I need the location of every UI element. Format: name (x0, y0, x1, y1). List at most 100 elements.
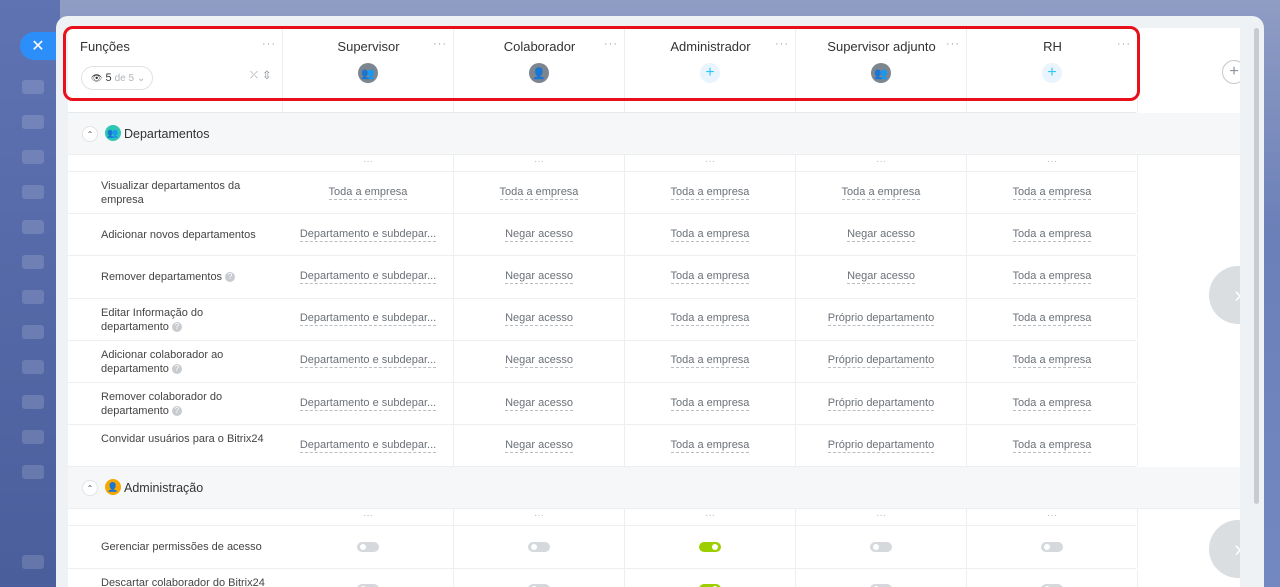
role-name[interactable]: Colaborador (454, 39, 625, 54)
access-level-selector[interactable]: Toda a empresa (670, 354, 750, 369)
more-icon[interactable]: ··· (1117, 38, 1131, 50)
access-level-selector[interactable]: Próprio departamento (827, 354, 935, 369)
role-column-header[interactable]: RH ··· + (967, 28, 1138, 113)
permission-row: Gerenciar permissões de acesso (68, 526, 1138, 569)
plus-icon[interactable]: + (700, 63, 720, 83)
access-level-selector[interactable]: Departamento e subdepar... (299, 270, 437, 284)
access-level-selector[interactable]: Toda a empresa (1012, 228, 1092, 242)
access-level-selector[interactable]: Toda a empresa (1012, 439, 1092, 453)
help-icon[interactable]: ? (171, 406, 182, 417)
help-icon[interactable]: ? (171, 321, 182, 332)
access-level-selector[interactable]: Departamento e subdepar... (299, 312, 437, 327)
more-icon[interactable]: ··· (775, 38, 789, 50)
scroll-right-arrow-icon[interactable]: › (1209, 520, 1240, 578)
access-level-selector[interactable]: Toda a empresa (499, 186, 579, 200)
section-header[interactable]: ⌃ 👤 Administração (68, 467, 1240, 510)
group-avatar-icon[interactable]: 👥 (871, 63, 891, 83)
chevron-down-icon: ⌄ (137, 72, 146, 84)
roles-column-header: Funções ··· 👁 5 de 5 ⌄ ⤫⇳ (68, 28, 283, 113)
permission-toggle[interactable] (699, 541, 721, 552)
permission-cell: Negar acesso (454, 256, 625, 298)
access-level-selector[interactable]: Toda a empresa (670, 228, 750, 242)
more-icon[interactable]: ··· (433, 38, 447, 50)
add-role-button[interactable]: + (1222, 60, 1240, 84)
access-level-selector[interactable]: Toda a empresa (670, 270, 750, 284)
role-name[interactable]: RH (967, 39, 1138, 54)
section-header[interactable]: ⌃ 👥 Departamentos (68, 113, 1240, 155)
access-level-selector[interactable]: Departamento e subdepar... (299, 354, 437, 369)
close-panel-button[interactable]: ✕ (20, 32, 56, 60)
permission-cell: Próprio departamento (796, 298, 967, 340)
more-icon[interactable]: ··· (967, 509, 1138, 527)
access-level-selector[interactable]: Toda a empresa (1012, 270, 1092, 284)
chevron-up-icon[interactable]: ⌃ (82, 126, 98, 142)
section-title: Administração (124, 481, 204, 496)
more-icon[interactable]: ··· (796, 509, 967, 527)
permission-toggle[interactable] (357, 541, 379, 552)
access-level-selector[interactable]: Toda a empresa (670, 439, 750, 453)
role-column-header[interactable]: Supervisor adjunto ··· 👥 (796, 28, 967, 113)
role-column-header[interactable]: Colaborador ··· 👤 (454, 28, 625, 113)
more-icon[interactable]: ··· (262, 38, 276, 50)
access-level-selector[interactable]: Negar acesso (505, 354, 573, 369)
access-level-selector[interactable]: Departamento e subdepar... (299, 228, 437, 242)
more-icon[interactable]: ··· (967, 155, 1138, 172)
role-name[interactable]: Supervisor (283, 39, 454, 54)
role-name[interactable]: Administrador (625, 39, 796, 54)
user-avatar-icon[interactable]: 👤 (529, 63, 549, 83)
permission-label: Convidar usuários para o Bitrix24 (101, 432, 271, 446)
help-icon[interactable]: ? (171, 363, 182, 374)
collapse-expand-icons[interactable]: ⤫⇳ (250, 70, 276, 81)
permission-toggle[interactable] (1041, 541, 1063, 552)
role-column-header[interactable]: Administrador ··· + (625, 28, 796, 113)
access-level-selector[interactable]: Próprio departamento (827, 312, 935, 327)
vertical-scrollbar[interactable] (1254, 28, 1259, 504)
more-icon[interactable]: ··· (625, 155, 796, 172)
help-icon[interactable]: ? (225, 272, 236, 283)
access-level-selector[interactable]: Negar acesso (847, 228, 915, 242)
permission-cell (625, 568, 796, 587)
plus-icon[interactable]: + (1042, 63, 1062, 83)
permission-label: Descartar colaborador do Bitrix24 (101, 576, 271, 587)
role-column-header[interactable]: Supervisor ··· 👥 (283, 28, 454, 113)
permission-cell: Toda a empresa (454, 172, 625, 214)
access-level-selector[interactable]: Toda a empresa (1012, 397, 1092, 411)
more-icon[interactable]: ··· (604, 38, 618, 50)
more-icon[interactable]: ··· (454, 155, 625, 172)
permission-toggle[interactable] (528, 541, 550, 552)
chevron-up-icon[interactable]: ⌃ (82, 480, 98, 497)
access-level-selector[interactable]: Toda a empresa (328, 186, 408, 200)
access-level-selector[interactable]: Negar acesso (505, 270, 573, 284)
access-level-selector[interactable]: Toda a empresa (1012, 354, 1092, 369)
permission-label: Visualizar departamentos da empresa (101, 179, 271, 207)
more-icon[interactable]: ··· (454, 509, 625, 527)
access-level-selector[interactable]: Toda a empresa (1012, 186, 1092, 200)
more-icon[interactable]: ··· (796, 155, 967, 172)
access-level-selector[interactable]: Toda a empresa (670, 312, 750, 327)
access-level-selector[interactable]: Próprio departamento (827, 439, 935, 453)
permission-toggle[interactable] (870, 541, 892, 552)
permission-cell: Toda a empresa (625, 256, 796, 298)
access-level-selector[interactable]: Departamento e subdepar... (299, 439, 437, 453)
access-level-selector[interactable]: Negar acesso (505, 228, 573, 242)
group-avatar-icon[interactable]: 👥 (358, 63, 378, 83)
role-name[interactable]: Supervisor adjunto (796, 39, 967, 54)
more-icon[interactable]: ··· (283, 155, 454, 172)
access-level-selector[interactable]: Negar acesso (505, 439, 573, 453)
access-level-selector[interactable]: Negar acesso (505, 312, 573, 327)
access-level-selector[interactable]: Próprio departamento (827, 397, 935, 411)
visible-roles-selector[interactable]: 👁 5 de 5 ⌄ (81, 66, 153, 90)
access-level-selector[interactable]: Departamento e subdepar... (299, 397, 437, 411)
access-level-selector[interactable]: Negar acesso (847, 270, 915, 284)
access-level-selector[interactable]: Toda a empresa (841, 186, 921, 200)
more-icon[interactable]: ··· (946, 38, 960, 50)
scroll-right-arrow-icon[interactable]: › (1209, 266, 1240, 324)
access-level-selector[interactable]: Negar acesso (505, 397, 573, 411)
access-level-selector[interactable]: Toda a empresa (670, 397, 750, 411)
eye-icon: 👁 (91, 72, 103, 83)
more-icon[interactable]: ··· (283, 509, 454, 527)
access-level-selector[interactable]: Toda a empresa (1012, 312, 1092, 327)
access-level-selector[interactable]: Toda a empresa (670, 186, 750, 200)
more-icon[interactable]: ··· (625, 509, 796, 527)
permission-cell: Toda a empresa (625, 298, 796, 340)
